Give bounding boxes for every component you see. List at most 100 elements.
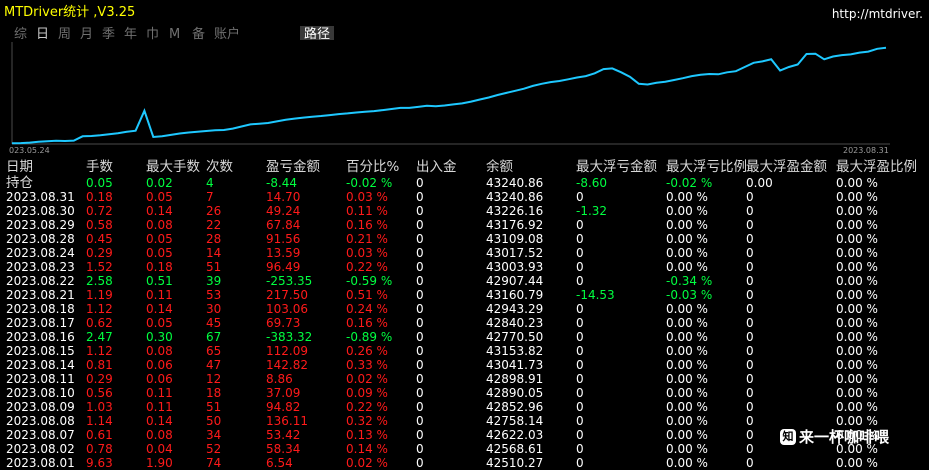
- row-balance: 43160.79: [486, 288, 544, 302]
- row-count: 51: [206, 400, 222, 414]
- row-max-float-loss: 0: [576, 442, 584, 456]
- row-max-float-profit: 0: [746, 246, 754, 260]
- row-max-float-profit-pct: 0.00 %: [836, 344, 878, 358]
- row-max-float-loss-pct: -0.03 %: [666, 288, 713, 302]
- row-pnl: -383.32: [266, 330, 313, 344]
- row-max-float-profit-pct: 0.00 %: [836, 316, 878, 330]
- row-date: 2023.08.14: [6, 358, 75, 372]
- header-io: 出入金: [416, 159, 457, 175]
- row-max-float-profit-pct: 0.00 %: [836, 274, 878, 288]
- position-row-io: 0: [416, 176, 424, 190]
- position-row-count: 4: [206, 176, 214, 190]
- row-pct: 0.03 %: [346, 246, 388, 260]
- row-io: 0: [416, 428, 424, 442]
- row-date: 2023.08.02: [6, 442, 75, 456]
- row-max-lots: 0.05: [146, 246, 173, 260]
- row-pnl: 67.84: [266, 218, 301, 232]
- row-pct: 0.26 %: [346, 344, 388, 358]
- row-pnl: 217.50: [266, 288, 308, 302]
- row-balance: 43226.16: [486, 204, 544, 218]
- row-max-lots: 0.05: [146, 190, 173, 204]
- row-max-float-profit: 0: [746, 288, 754, 302]
- row-max-float-loss: 0: [576, 428, 584, 442]
- row-pnl: 8.86: [266, 372, 293, 386]
- row-lots: 1.14: [86, 414, 113, 428]
- position-row-max-float-loss: -8.60: [576, 176, 608, 190]
- row-io: 0: [416, 330, 424, 344]
- row-pct: 0.21 %: [346, 232, 388, 246]
- row-max-float-profit: 0: [746, 302, 754, 316]
- row-max-float-loss: 0: [576, 456, 584, 470]
- row-balance: 42898.91: [486, 372, 544, 386]
- row-lots: 2.47: [86, 330, 113, 344]
- row-io: 0: [416, 456, 424, 470]
- row-balance: 42758.14: [486, 414, 544, 428]
- header-max-lots: 最大手数: [146, 159, 200, 175]
- row-date: 2023.08.09: [6, 400, 75, 414]
- row-max-float-loss: 0: [576, 316, 584, 330]
- row-max-float-profit: 0: [746, 428, 754, 442]
- row-lots: 0.62: [86, 316, 113, 330]
- row-pct: -0.89 %: [346, 330, 393, 344]
- row-pnl: -253.35: [266, 274, 313, 288]
- row-lots: 9.63: [86, 456, 113, 470]
- row-max-float-loss: 0: [576, 330, 584, 344]
- row-pnl: 49.24: [266, 204, 301, 218]
- row-max-float-loss-pct: -0.34 %: [666, 274, 713, 288]
- row-max-float-profit-pct: 0.00 %: [836, 218, 878, 232]
- row-pct: 0.03 %: [346, 190, 388, 204]
- row-max-float-profit: 0: [746, 358, 754, 372]
- header-balance: 余额: [486, 159, 513, 175]
- row-date: 2023.08.28: [6, 232, 75, 246]
- row-balance: 43176.92: [486, 218, 544, 232]
- row-count: 50: [206, 414, 222, 428]
- row-balance: 43153.82: [486, 344, 544, 358]
- row-date: 2023.08.08: [6, 414, 75, 428]
- row-pnl: 103.06: [266, 302, 308, 316]
- header-max-float-profit: 最大浮盈金额: [746, 159, 827, 175]
- row-count: 22: [206, 218, 222, 232]
- row-balance: 42568.61: [486, 442, 544, 456]
- row-max-float-profit-pct: 0.00 %: [836, 386, 878, 400]
- row-max-float-loss: 0: [576, 344, 584, 358]
- row-pnl: 94.82: [266, 400, 301, 414]
- row-pct: -0.59 %: [346, 274, 393, 288]
- row-max-float-profit: 0: [746, 190, 754, 204]
- row-pnl: 6.54: [266, 456, 293, 470]
- row-io: 0: [416, 372, 424, 386]
- header-date: 日期: [6, 159, 33, 175]
- position-row-max-float-loss-pct: -0.02 %: [666, 176, 713, 190]
- row-max-float-loss-pct: 0.00 %: [666, 316, 708, 330]
- row-balance: 43109.08: [486, 232, 544, 246]
- row-max-float-loss-pct: 0.00 %: [666, 232, 708, 246]
- position-row-pct: -0.02 %: [346, 176, 393, 190]
- row-max-float-profit: 0: [746, 386, 754, 400]
- row-balance: 43041.73: [486, 358, 544, 372]
- row-pnl: 13.59: [266, 246, 301, 260]
- row-max-float-profit: 0: [746, 400, 754, 414]
- row-date: 2023.08.01: [6, 456, 75, 470]
- row-lots: 1.12: [86, 302, 113, 316]
- header-pnl: 盈亏金额: [266, 159, 320, 175]
- row-max-float-profit-pct: 0.00 %: [836, 400, 878, 414]
- row-max-float-profit-pct: 0.00 %: [836, 330, 878, 344]
- row-max-float-profit: 0: [746, 414, 754, 428]
- row-balance: 42943.29: [486, 302, 544, 316]
- row-max-float-loss-pct: 0.00 %: [666, 358, 708, 372]
- row-max-float-loss-pct: 0.00 %: [666, 246, 708, 260]
- row-lots: 0.61: [86, 428, 113, 442]
- row-pct: 0.22 %: [346, 260, 388, 274]
- row-count: 52: [206, 442, 222, 456]
- row-balance: 42622.03: [486, 428, 544, 442]
- row-date: 2023.08.11: [6, 372, 75, 386]
- row-balance: 42852.96: [486, 400, 544, 414]
- row-max-float-loss-pct: 0.00 %: [666, 190, 708, 204]
- row-io: 0: [416, 260, 424, 274]
- row-pnl: 96.49: [266, 260, 301, 274]
- row-lots: 1.03: [86, 400, 113, 414]
- row-max-lots: 0.04: [146, 442, 173, 456]
- row-count: 7: [206, 190, 214, 204]
- row-pct: 0.13 %: [346, 428, 388, 442]
- row-max-float-loss-pct: 0.00 %: [666, 330, 708, 344]
- row-max-float-profit: 0: [746, 442, 754, 456]
